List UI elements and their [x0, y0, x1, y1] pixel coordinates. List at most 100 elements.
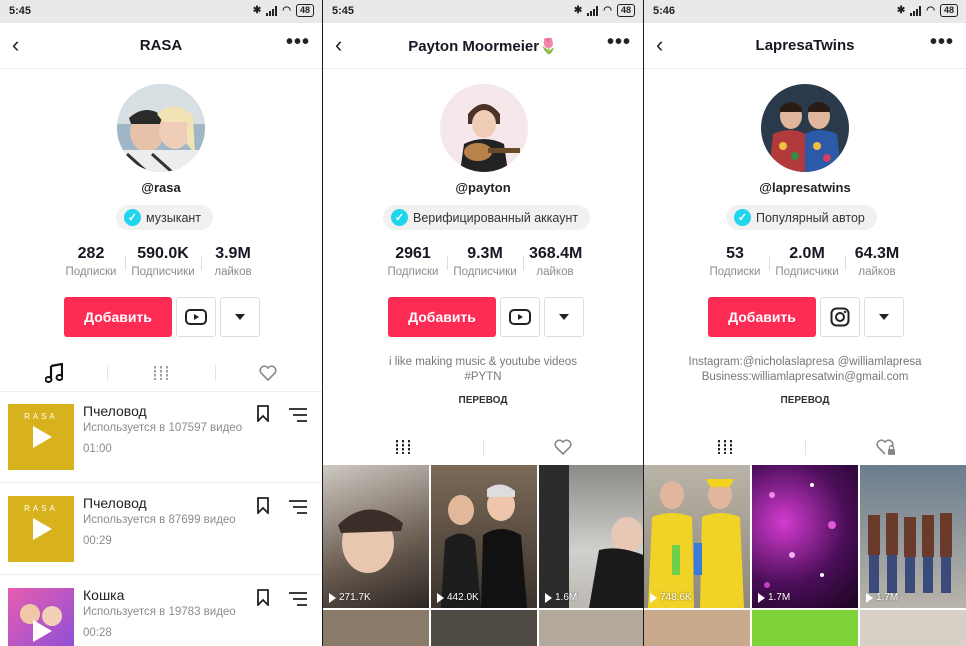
translate-link[interactable]: ПЕРЕВОД: [323, 395, 643, 406]
wifi-icon: ◠: [603, 5, 612, 16]
menu-lines-icon[interactable]: [288, 591, 308, 607]
tab-videos[interactable]: [107, 355, 214, 391]
thumbnail-image: [648, 479, 744, 608]
menu-lines-icon[interactable]: [288, 499, 308, 515]
action-buttons: Добавить: [64, 297, 260, 337]
view-count: 271.7K: [329, 592, 371, 603]
more-icon[interactable]: •••: [607, 31, 631, 54]
more-icon[interactable]: •••: [930, 31, 954, 54]
video-thumbnail[interactable]: [752, 610, 858, 646]
music-title: Пчеловод: [83, 403, 147, 419]
tab-videos[interactable]: [323, 429, 483, 465]
view-count: 1.6M: [545, 592, 577, 603]
signal-icon: [587, 5, 599, 16]
music-usage: Используется в 87699 видео: [83, 514, 236, 526]
dropdown-button[interactable]: [544, 297, 584, 337]
play-icon: [329, 592, 336, 603]
stat-following[interactable]: 282 Подписки: [57, 244, 125, 278]
instagram-icon: [830, 307, 850, 327]
translate-link[interactable]: ПЕРЕВОД: [644, 395, 966, 406]
status-time: 5:45: [332, 5, 355, 17]
profile-screen-lapresatwins: 5:46 ✱ ◠ 48 ‹ LapresaTwins ••• @lapresat…: [644, 0, 966, 646]
profile-stats: 282 Подписки 590.0K Подписчики 3.9M лайков: [0, 244, 322, 278]
grid-icon: [154, 366, 168, 380]
bio-line: i like making music & youtube videos: [389, 356, 577, 368]
video-thumbnail[interactable]: [644, 610, 750, 646]
video-thumbnail[interactable]: [539, 610, 643, 646]
menu-lines-icon[interactable]: [288, 407, 308, 423]
back-icon[interactable]: ‹: [656, 33, 663, 57]
profile-screen-rasa: 5:45 ✱ ◠ 48 ‹ RASA ••• @rasa ✓ музыкант …: [0, 0, 322, 646]
creator-badge: ✓ Верифицированный аккаунт: [383, 205, 591, 230]
dropdown-button[interactable]: [220, 297, 260, 337]
play-icon: [650, 592, 657, 603]
music-cover: [8, 588, 74, 646]
heart-icon: [259, 365, 277, 381]
video-thumbnail[interactable]: 748.6K: [644, 465, 750, 608]
video-thumbnail[interactable]: [323, 610, 429, 646]
badge-label: Популярный автор: [756, 210, 865, 225]
video-thumbnail[interactable]: 1.7M: [752, 465, 858, 608]
dropdown-button[interactable]: [864, 297, 904, 337]
follow-button[interactable]: Добавить: [64, 297, 172, 337]
stat-following[interactable]: 53 Подписки: [701, 244, 769, 278]
back-icon[interactable]: ‹: [335, 33, 342, 57]
youtube-button[interactable]: [500, 297, 540, 337]
tab-videos[interactable]: [644, 429, 805, 465]
profile-screen-payton: 5:45 ✱ ◠ 48 ‹ Payton Moormeier🌷 ••• @pay…: [323, 0, 643, 646]
grid-icon: [396, 440, 410, 454]
stat-followers[interactable]: 590.0K Подписчики: [125, 244, 201, 278]
bookmark-icon[interactable]: [256, 497, 270, 514]
grid-icon: [717, 440, 732, 454]
action-buttons: Добавить: [708, 297, 904, 337]
bookmark-icon[interactable]: [256, 405, 270, 422]
stat-likes: 368.4M лайков: [523, 244, 587, 278]
video-thumbnail[interactable]: 1.7M: [860, 465, 966, 608]
status-bar: 5:46 ✱ ◠ 48: [644, 0, 966, 23]
bookmark-icon[interactable]: [256, 589, 270, 606]
status-bar: 5:45 ✱ ◠ 48: [0, 0, 322, 23]
more-icon[interactable]: •••: [286, 31, 310, 54]
tab-liked[interactable]: [214, 355, 322, 391]
bio: i like making music & youtube videos #PY…: [323, 355, 643, 385]
tab-music[interactable]: [0, 355, 107, 391]
play-icon: [20, 604, 62, 642]
status-bar: 5:45 ✱ ◠ 48: [323, 0, 643, 23]
stat-followers[interactable]: 9.3M Подписчики: [447, 244, 523, 278]
video-grid: 271.7K 442.0K 1.6M: [323, 465, 643, 646]
music-list-item[interactable]: RASA Пчеловод Используется в 107597 виде…: [0, 391, 322, 483]
verified-check-icon: ✓: [734, 209, 751, 226]
stat-followers[interactable]: 2.0M Подписчики: [769, 244, 845, 278]
signal-icon: [266, 5, 278, 16]
action-buttons: Добавить: [388, 297, 584, 337]
creator-badge: ✓ музыкант: [116, 205, 214, 230]
music-list-item[interactable]: Кошка Используется в 19783 видео 00:28: [0, 575, 322, 646]
bluetooth-icon: ✱: [896, 5, 906, 16]
badge-label: музыкант: [146, 210, 202, 225]
video-thumbnail[interactable]: 442.0K: [431, 465, 537, 608]
video-thumbnail[interactable]: 1.6M: [539, 465, 643, 608]
music-list-item[interactable]: RASA Пчеловод Используется в 87699 видео…: [0, 483, 322, 575]
video-thumbnail[interactable]: [860, 610, 966, 646]
video-thumbnail[interactable]: [431, 610, 537, 646]
battery-icon: 48: [295, 4, 314, 17]
chevron-down-icon: [879, 314, 889, 320]
avatar: [440, 84, 528, 172]
instagram-button[interactable]: [820, 297, 860, 337]
tab-liked[interactable]: [805, 429, 966, 465]
tab-liked[interactable]: [483, 429, 643, 465]
verified-check-icon: ✓: [124, 209, 141, 226]
badge-label: Верифицированный аккаунт: [413, 210, 579, 225]
follow-button[interactable]: Добавить: [388, 297, 496, 337]
battery-icon: 48: [616, 4, 635, 17]
avatar: [117, 84, 205, 172]
signal-icon: [910, 5, 922, 16]
youtube-icon: [185, 309, 207, 325]
play-icon: [545, 592, 552, 603]
back-icon[interactable]: ‹: [12, 33, 19, 57]
video-thumbnail[interactable]: 271.7K: [323, 465, 429, 608]
stat-following[interactable]: 2961 Подписки: [379, 244, 447, 278]
view-count: 442.0K: [437, 592, 479, 603]
youtube-button[interactable]: [176, 297, 216, 337]
follow-button[interactable]: Добавить: [708, 297, 816, 337]
